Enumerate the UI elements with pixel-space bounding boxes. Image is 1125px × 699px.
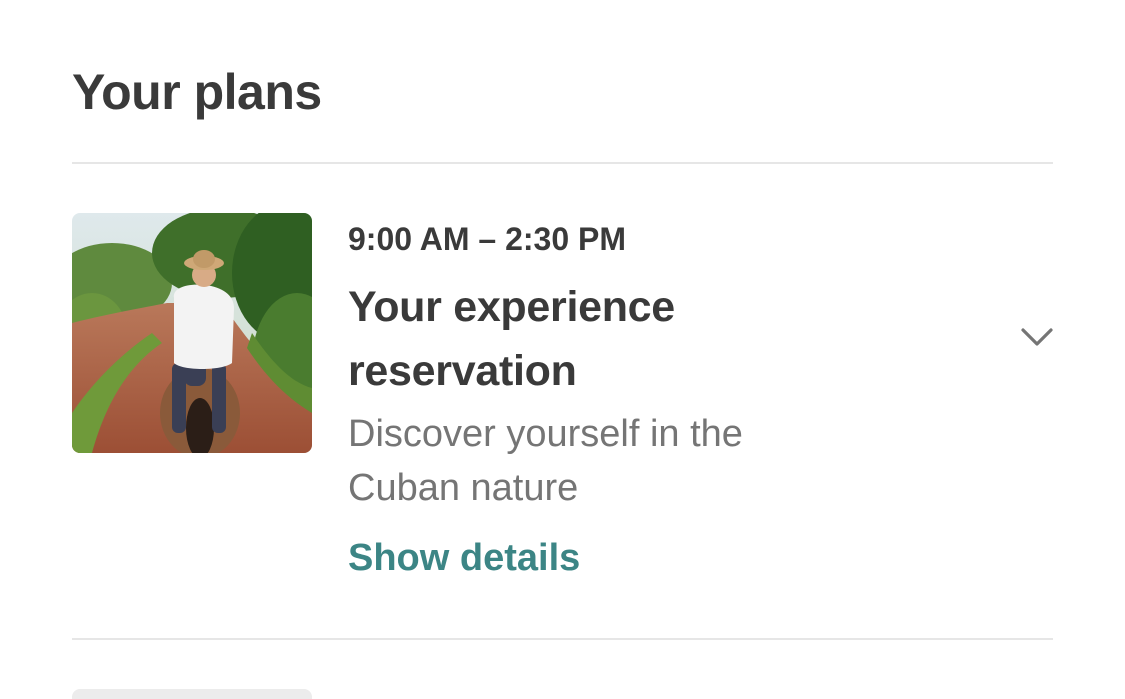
divider	[72, 638, 1053, 640]
plan-subtitle: Discover yourself in the Cuban nature	[348, 413, 743, 509]
divider	[72, 162, 1053, 164]
plan-time: 9:00 AM – 2:30 PM	[348, 221, 627, 257]
show-details-link[interactable]: Show details	[348, 531, 580, 585]
plans-page: Your plans 9:00 AM – 2:30 PM Your experi…	[0, 0, 1125, 699]
page-title: Your plans	[72, 64, 322, 120]
chevron-down-icon[interactable]	[1020, 321, 1054, 351]
plan-card[interactable]: 9:00 AM – 2:30 PM Your experience reserv…	[72, 213, 1053, 593]
experience-photo[interactable]	[72, 213, 312, 453]
next-plan-thumbnail[interactable]	[72, 689, 312, 699]
plan-title: Your experience reservation	[348, 283, 675, 395]
